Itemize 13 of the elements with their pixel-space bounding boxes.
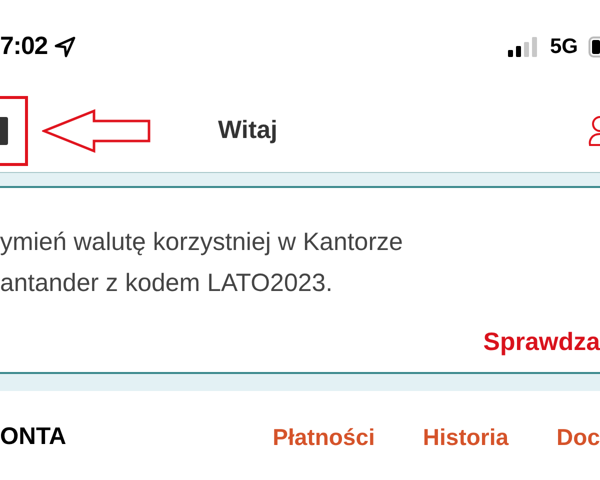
section-tab[interactable]: Doc	[556, 420, 600, 454]
status-time: 7:02	[0, 31, 48, 62]
section-heading: ONTA	[0, 422, 68, 452]
section-tab[interactable]: Historia	[422, 420, 509, 454]
promo-text: ymień walutę korzystniej w Kantorze antander z kodem LATO2023.	[0, 227, 404, 299]
profile-icon[interactable]	[588, 114, 600, 148]
check-link[interactable]: Sprawdza	[483, 324, 600, 362]
location-arrow-icon	[54, 36, 76, 58]
header-title: Witaj	[218, 115, 278, 146]
section-tab[interactable]: Płatności	[272, 420, 375, 454]
arrow-icon	[42, 109, 152, 153]
network-label: 5G	[550, 34, 578, 60]
battery-icon	[588, 36, 600, 58]
